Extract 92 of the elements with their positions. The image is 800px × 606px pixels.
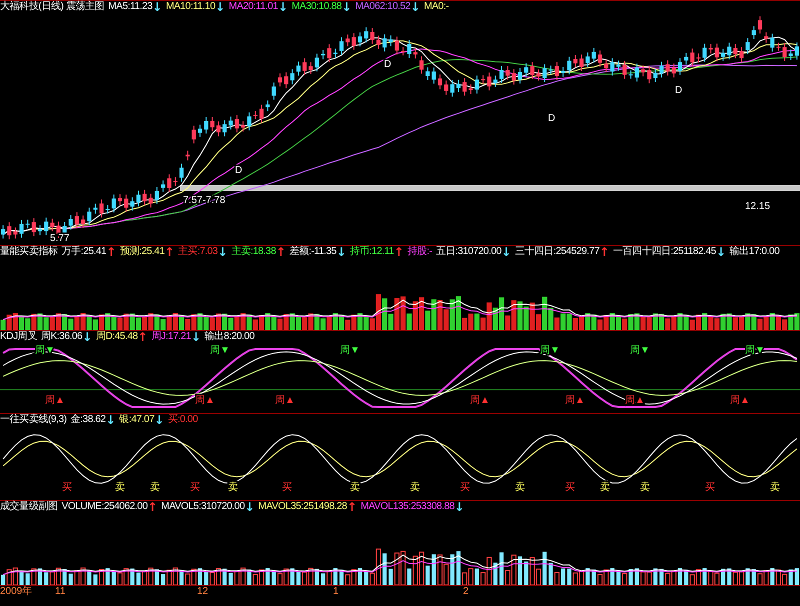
trend-arrow: ↑ xyxy=(106,246,116,258)
indicator-value: 预测:25.41 xyxy=(120,246,164,258)
trend-arrow: ↓ xyxy=(154,414,164,426)
indicator-value: MA0:- xyxy=(424,1,449,13)
indicator-value: 周D:45.48 xyxy=(96,331,138,343)
chart-label: 周▲ xyxy=(275,395,295,406)
indicator-value: 输出8:20.00 xyxy=(204,331,254,343)
indicator-value: MA10:11.10 xyxy=(166,1,216,13)
indicator-value: 一百四十四日:251182.45 xyxy=(613,246,716,258)
indicator-value: 输出17:0.00 xyxy=(730,246,780,258)
indicator-value: 万手:25.41 xyxy=(62,246,106,258)
indicator-value: 主买:7.03 xyxy=(178,246,218,258)
indicator-value: 差额:-11.35 xyxy=(290,246,336,258)
indicator-value: 量能买卖指标 xyxy=(0,246,58,258)
indicator-value: MAVOL135:253308.88 xyxy=(360,501,454,513)
indicator-value: 持股:- xyxy=(408,246,432,258)
indicator-value: KDJ周叉 xyxy=(0,331,37,343)
trend-arrow: ↓ xyxy=(82,331,92,343)
axis-label: 2009年 xyxy=(0,586,32,598)
indicator-value: 成交量级副图 xyxy=(0,501,58,513)
indicator-value: 一往买卖线(9,3) xyxy=(0,414,67,426)
chart-label: D xyxy=(548,113,556,124)
chart-label: 卖 xyxy=(600,482,610,493)
trend-arrow: ↓ xyxy=(106,414,116,426)
trend-arrow: ↓ xyxy=(244,501,254,513)
indicator-value: 大福科技(日线) 震荡主图 xyxy=(0,1,104,13)
chart-label: 卖 xyxy=(410,482,420,493)
indicator-value: MA20:11.01 xyxy=(228,1,278,13)
chart-label: 周▼ xyxy=(210,345,230,356)
indicator-value: 买:0.00 xyxy=(168,414,198,426)
indicator-value: 持币:12.11 xyxy=(350,246,394,258)
chart-label: 周▲ xyxy=(730,395,750,406)
chart-label: 卖 xyxy=(640,482,650,493)
indicator-value: MA30:10.88 xyxy=(292,1,342,13)
chart-label: 卖 xyxy=(150,482,160,493)
chart-label: 5.77 xyxy=(50,233,70,244)
trend-arrow: ↓ xyxy=(215,1,225,13)
trend-arrow: ↓ xyxy=(410,1,420,13)
indicator-value: 周J:17.21 xyxy=(151,331,191,343)
chart-label: 周▼ xyxy=(630,345,650,356)
indicator-value: VOLUME:254062.00 xyxy=(62,501,148,513)
indicator-value: MA5:11.23 xyxy=(108,1,152,13)
chart-label: 卖 xyxy=(228,482,238,493)
chart-label: 买 xyxy=(190,482,200,493)
indicator-value: MA062:10.52 xyxy=(355,1,410,13)
trend-arrow: ↓ xyxy=(218,246,228,258)
indicator-value: MAVOL5:310720.00 xyxy=(161,501,245,513)
chart-label: D xyxy=(675,85,682,96)
indicator-value: 金:38.62 xyxy=(70,414,106,426)
indicator-value: 三十四日:254529.77 xyxy=(514,246,600,258)
chart-label: 买 xyxy=(460,482,470,493)
chart-label: 周▲ xyxy=(565,395,585,406)
trend-arrow: ↓ xyxy=(278,1,288,13)
chart-label: 周▼ xyxy=(35,345,55,356)
indicator-value: 银:47.07 xyxy=(119,414,154,426)
chart-label: 周▲ xyxy=(470,395,490,406)
chart-label: 卖 xyxy=(770,482,780,493)
axis-label: 11 xyxy=(55,586,66,598)
trend-arrow: ↓ xyxy=(342,1,352,13)
chart-label: D xyxy=(384,59,392,70)
chart-label: 买 xyxy=(62,482,72,493)
trend-arrow: ↓ xyxy=(152,1,162,13)
trend-arrow: ↓ xyxy=(336,246,346,258)
chart-label: D xyxy=(235,165,242,176)
chart-label: 周▼ xyxy=(340,345,360,356)
chart-label: 卖 xyxy=(515,482,525,493)
indicator-value: 主卖:18.38 xyxy=(231,246,276,258)
indicator-value: 周K:36.06 xyxy=(40,331,82,343)
trend-arrow: ↓ xyxy=(454,501,464,513)
trend-arrow: ↑ xyxy=(164,246,174,258)
trend-arrow: ↓ xyxy=(190,331,201,343)
chart-label: 周▲ xyxy=(45,395,65,406)
axis-label: 12 xyxy=(197,586,208,598)
trend-arrow: ↑ xyxy=(599,246,610,258)
chart-label: 卖 xyxy=(350,482,360,493)
chart-label: 买 xyxy=(282,482,292,493)
trend-arrow: ↓ xyxy=(716,246,726,258)
axis-label: 2 xyxy=(463,586,469,598)
trend-arrow: ↑ xyxy=(276,246,286,258)
indicator-value: MAVOL35:251498.28 xyxy=(258,501,347,513)
chart-label: 卖 xyxy=(115,482,125,493)
trend-arrow: ↓ xyxy=(501,246,511,258)
indicator-value: 五日:310720.00 xyxy=(436,246,502,258)
chart-label: 12.15 xyxy=(745,201,770,212)
chart-label: 买 xyxy=(705,482,715,493)
chart-label: 周▲ xyxy=(195,395,215,406)
chart-label: 买 xyxy=(565,482,575,493)
trend-arrow: ↑ xyxy=(138,331,148,343)
trend-arrow: ↑ xyxy=(346,501,357,513)
trend-arrow: ↑ xyxy=(394,246,404,258)
axis-label: 1 xyxy=(333,586,339,598)
trend-arrow: ↑ xyxy=(148,501,158,513)
